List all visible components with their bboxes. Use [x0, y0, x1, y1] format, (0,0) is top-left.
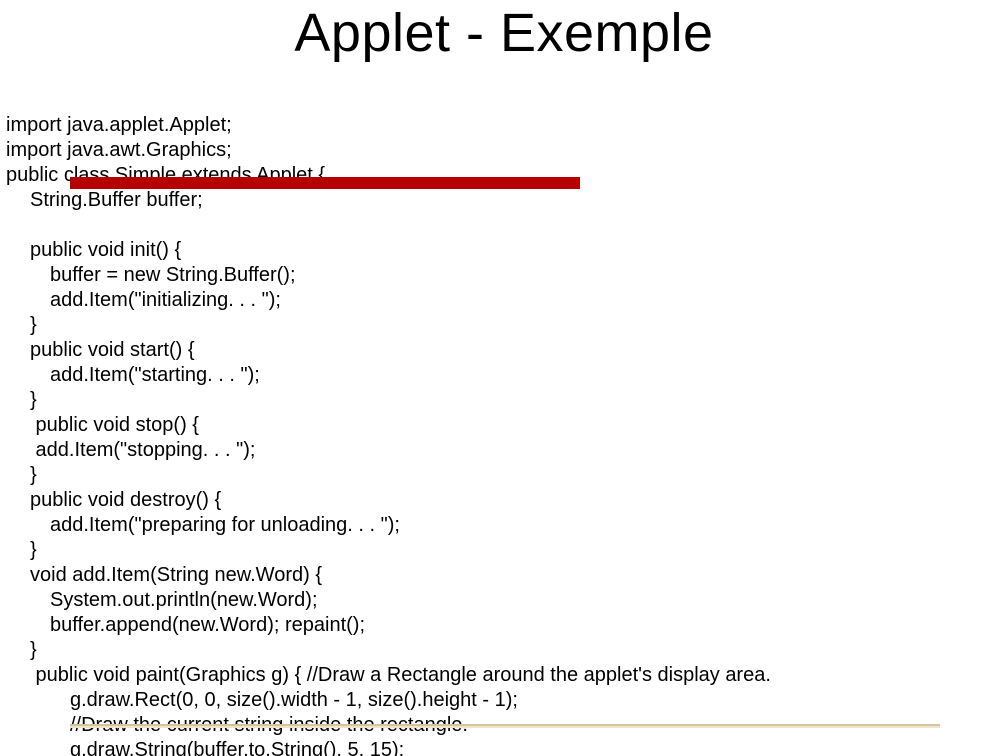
code-line: }: [6, 539, 37, 561]
code-line: public void stop() {: [6, 414, 199, 436]
code-line: import java.applet.Applet;: [6, 114, 232, 136]
slide: Applet - Exemple import java.applet.Appl…: [0, 0, 1008, 756]
code-line: g.draw.String(buffer.to.String(), 5, 15)…: [6, 739, 404, 756]
code-line: add.Item("preparing for unloading. . . "…: [6, 514, 400, 536]
code-line: add.Item("initializing. . . ");: [6, 289, 281, 311]
slide-title: Applet - Exemple: [0, 2, 1008, 64]
code-line: add.Item("stopping. . . ");: [6, 439, 255, 461]
code-line: }: [6, 314, 37, 336]
footer-divider: [70, 724, 940, 726]
code-line: public void destroy() {: [6, 489, 221, 511]
code-line: public void start() {: [6, 339, 195, 361]
decorative-bar: [70, 177, 580, 189]
code-line: System.out.println(new.Word);: [6, 589, 318, 611]
code-line: public void paint(Graphics g) { //Draw a…: [6, 664, 771, 686]
code-line: }: [6, 389, 37, 411]
code-line: import java.awt.Graphics;: [6, 139, 232, 161]
code-line: add.Item("starting. . . ");: [6, 364, 260, 386]
code-line: }: [6, 464, 37, 486]
code-line: }: [6, 639, 37, 661]
code-line: String.Buffer buffer;: [6, 189, 203, 211]
code-line: public void init() {: [6, 239, 181, 261]
code-line: buffer.append(new.Word); repaint();: [6, 614, 365, 636]
code-line: buffer = new String.Buffer();: [6, 264, 296, 286]
code-line: void add.Item(String new.Word) {: [6, 564, 322, 586]
code-line: g.draw.Rect(0, 0, size().width - 1, size…: [6, 689, 518, 711]
